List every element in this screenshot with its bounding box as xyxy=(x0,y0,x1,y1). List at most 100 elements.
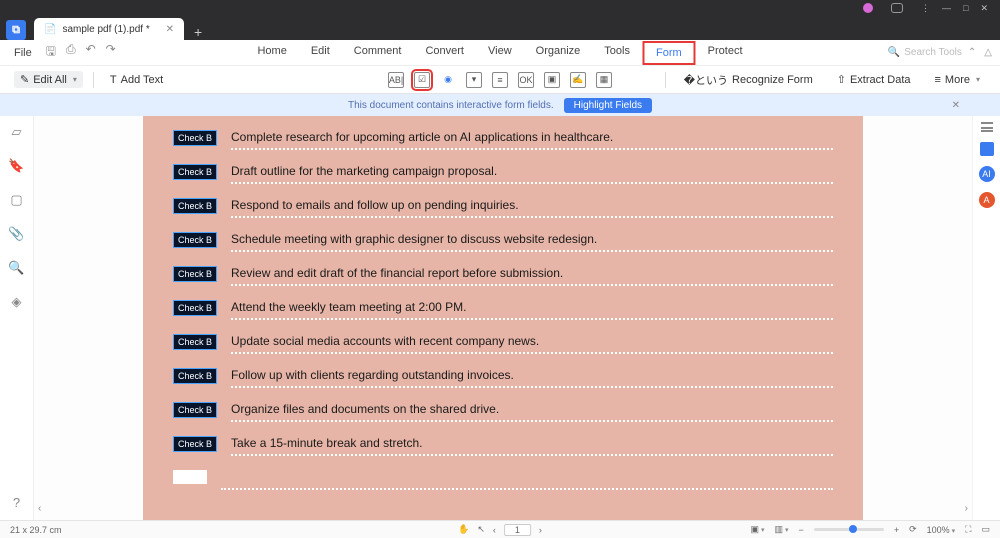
checkbox-field[interactable]: Check B xyxy=(173,300,217,316)
prev-page-icon[interactable]: ‹ xyxy=(493,525,496,535)
minimize-button[interactable]: — xyxy=(942,3,951,14)
signature-tool[interactable]: ✍ xyxy=(570,72,586,88)
more-icon: ≡ xyxy=(935,74,941,86)
ai-assistant-icon[interactable]: AI xyxy=(979,166,995,182)
save-icon[interactable]: 🖫 xyxy=(46,42,56,63)
menu-comment[interactable]: Comment xyxy=(342,41,414,65)
reset-zoom-icon[interactable]: ⟳ xyxy=(909,524,917,535)
banner-message: This document contains interactive form … xyxy=(348,100,554,111)
checkbox-field[interactable]: Check B xyxy=(173,232,217,248)
add-text-label: Add Text xyxy=(121,74,164,86)
zoom-out-icon[interactable]: − xyxy=(799,525,804,535)
add-text-button[interactable]: T Add Text xyxy=(104,72,169,88)
task-row: Check B Attend the weekly team meeting at… xyxy=(173,300,833,320)
blank-field[interactable] xyxy=(173,470,207,484)
close-tab-button[interactable]: ✕ xyxy=(166,24,174,35)
menu-view[interactable]: View xyxy=(476,41,524,65)
file-icon: 📄 xyxy=(44,24,56,35)
file-menu[interactable]: File xyxy=(0,47,46,59)
page-number-input[interactable]: 1 xyxy=(504,524,531,536)
zoom-level[interactable]: 100% xyxy=(927,525,956,535)
checkbox-field[interactable]: Check B xyxy=(173,130,217,146)
search-panel-icon[interactable]: 🔍 xyxy=(8,260,24,276)
select-tool-icon[interactable]: ↖ xyxy=(477,524,485,535)
checkbox-field[interactable]: Check B xyxy=(173,436,217,452)
app-logo[interactable]: ⧉ xyxy=(6,20,26,40)
blank-line xyxy=(221,470,833,490)
share-icon[interactable] xyxy=(980,142,994,156)
task-text: Review and edit draft of the financial r… xyxy=(231,266,833,286)
date-field-tool[interactable]: ▦ xyxy=(596,72,612,88)
checkbox-field[interactable]: Check B xyxy=(173,368,217,384)
fit-mode-icon[interactable]: ▣ xyxy=(750,524,764,535)
undo-icon[interactable]: ↶ xyxy=(86,42,96,63)
recognize-form-button[interactable]: �という Recognize Form xyxy=(678,70,819,90)
document-tab[interactable]: 📄 sample pdf (1).pdf * ✕ xyxy=(34,18,184,40)
task-text: Follow up with clients regarding outstan… xyxy=(231,368,833,388)
checkbox-field[interactable]: Check B xyxy=(173,266,217,282)
help-icon[interactable]: △ xyxy=(984,47,992,58)
fullscreen-icon[interactable]: ⛶ xyxy=(965,524,971,535)
more-button[interactable]: ≡ More xyxy=(929,72,987,88)
checkbox-field[interactable]: Check B xyxy=(173,164,217,180)
highlight-fields-button[interactable]: Highlight Fields xyxy=(564,98,652,113)
collapse-ribbon-icon[interactable]: ⌃ xyxy=(968,47,976,58)
task-text: Attend the weekly team meeting at 2:00 P… xyxy=(231,300,833,320)
task-row: Check B Review and edit draft of the fina… xyxy=(173,266,833,286)
checkbox-field[interactable]: Check B xyxy=(173,334,217,350)
status-bar: 21 x 29.7 cm ✋ ↖ ‹ 1 › ▣ ▥ − + ⟳ 100% ⛶ … xyxy=(0,520,1000,538)
button-tool[interactable]: OK xyxy=(518,72,534,88)
fields-panel-icon[interactable]: ◈ xyxy=(12,294,22,310)
maximize-button[interactable]: □ xyxy=(963,3,968,14)
checkbox-field[interactable]: Check B xyxy=(173,198,217,214)
checkbox-tool[interactable]: ☑ xyxy=(414,72,430,88)
edit-all-button[interactable]: ✎ Edit All xyxy=(14,71,83,88)
properties-icon[interactable] xyxy=(981,122,993,132)
kebab-menu-icon[interactable]: ⋮ xyxy=(921,3,930,14)
user-avatar[interactable] xyxy=(863,3,873,13)
dropdown-tool[interactable]: ▾ xyxy=(466,72,482,88)
menu-edit[interactable]: Edit xyxy=(299,41,342,65)
new-tab-button[interactable]: + xyxy=(184,24,212,40)
document-canvas[interactable]: ‹ Check B Complete research for upcoming … xyxy=(34,116,972,520)
attachments-icon[interactable]: 📎 xyxy=(8,226,24,242)
task-text: Complete research for upcoming article o… xyxy=(231,130,833,150)
cloud-icon[interactable] xyxy=(891,3,903,13)
menu-organize[interactable]: Organize xyxy=(524,41,593,65)
read-mode-icon[interactable]: ▭ xyxy=(981,524,990,535)
scroll-right-icon[interactable]: › xyxy=(965,503,968,514)
hand-tool-icon[interactable]: ✋ xyxy=(458,524,469,535)
zoom-in-icon[interactable]: + xyxy=(894,525,899,535)
menu-convert[interactable]: Convert xyxy=(413,41,476,65)
redo-icon[interactable]: ↷ xyxy=(106,42,116,63)
extract-data-button[interactable]: ⇧ Extract Data xyxy=(831,71,917,88)
listbox-tool[interactable]: ≡ xyxy=(492,72,508,88)
zoom-slider[interactable] xyxy=(814,528,884,531)
image-field-tool[interactable]: ▣ xyxy=(544,72,560,88)
text-icon: T xyxy=(110,74,117,86)
menu-form[interactable]: Form xyxy=(642,41,696,65)
form-fields-banner: This document contains interactive form … xyxy=(0,94,1000,116)
next-page-icon[interactable]: › xyxy=(539,525,542,535)
menu-protect[interactable]: Protect xyxy=(696,41,755,65)
bookmarks-icon[interactable]: 🔖 xyxy=(8,158,24,174)
pdf-page: Check B Complete research for upcoming ar… xyxy=(143,116,863,520)
close-window-button[interactable]: ✕ xyxy=(980,3,988,14)
recognize-icon: �という xyxy=(684,72,728,88)
help-panel-icon[interactable]: ? xyxy=(13,495,20,510)
separator xyxy=(93,72,94,88)
layers-icon[interactable]: ▢ xyxy=(10,192,22,208)
menu-tools[interactable]: Tools xyxy=(592,41,642,65)
thumbnails-icon[interactable]: ▱ xyxy=(12,124,22,140)
print-icon[interactable]: ⎙ xyxy=(66,42,76,63)
pencil-icon: ✎ xyxy=(20,73,29,86)
search-tools[interactable]: 🔍 Search Tools xyxy=(888,47,968,58)
scroll-left-icon[interactable]: ‹ xyxy=(38,503,41,514)
radio-tool[interactable]: ◉ xyxy=(440,72,456,88)
comment-panel-icon[interactable]: A xyxy=(979,192,995,208)
checkbox-field[interactable]: Check B xyxy=(173,402,217,418)
close-banner-button[interactable]: ✕ xyxy=(952,100,960,111)
text-field-tool[interactable]: AB| xyxy=(388,72,404,88)
menu-home[interactable]: Home xyxy=(245,41,298,65)
view-mode-icon[interactable]: ▥ xyxy=(775,524,789,535)
